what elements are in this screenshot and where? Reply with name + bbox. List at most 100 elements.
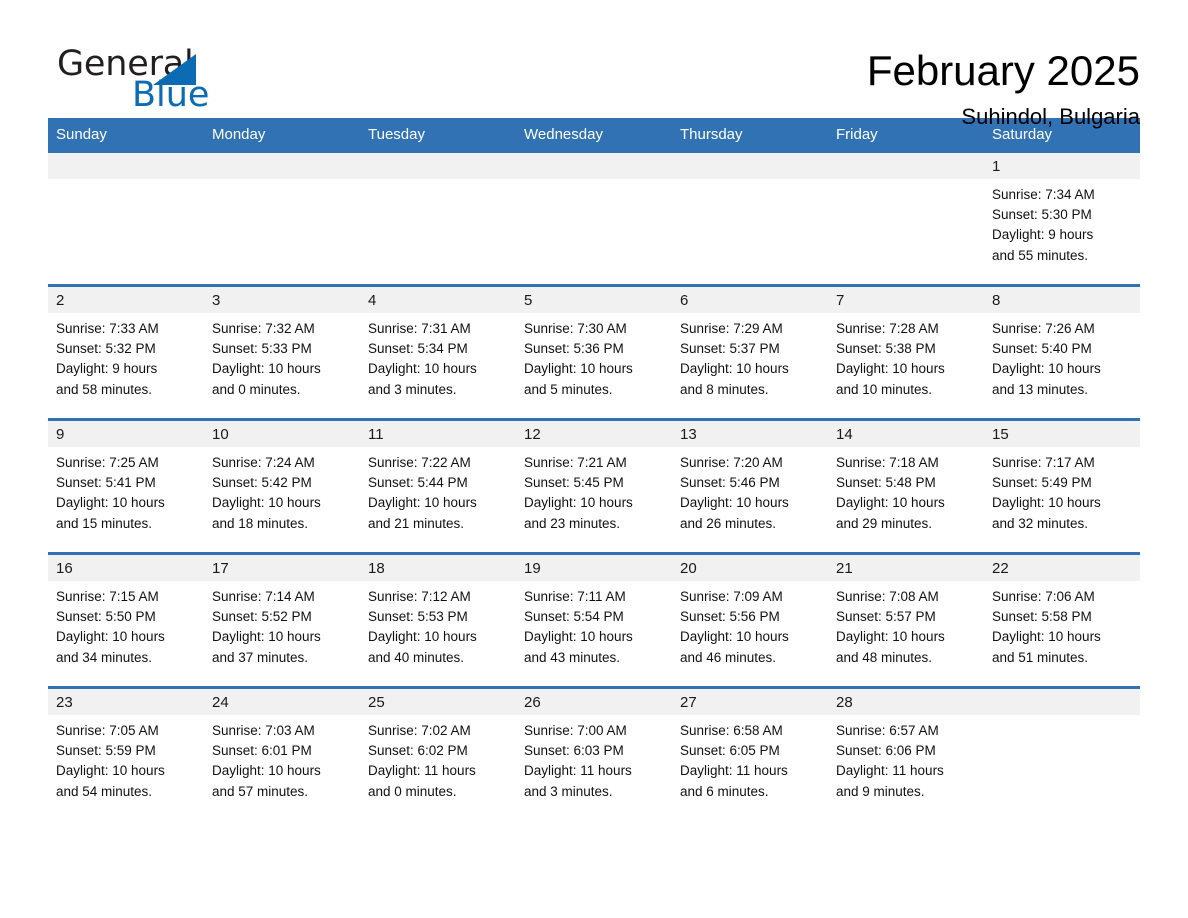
sunrise-text: Sunrise: 7:21 AM bbox=[524, 455, 627, 470]
daylight-text: Daylight: 10 hours bbox=[680, 629, 789, 645]
daylight-text: Daylight: 10 hours bbox=[524, 361, 633, 377]
day-number: 28 bbox=[828, 689, 984, 715]
sunset-text: Sunset: 5:49 PM bbox=[992, 475, 1092, 491]
sunrise-text: Sunrise: 6:57 AM bbox=[836, 723, 939, 738]
sunset-text: Sunset: 5:44 PM bbox=[368, 475, 468, 491]
general-blue-logo[interactable]: General Blue bbox=[48, 44, 308, 124]
daylight-text: Daylight: 10 hours bbox=[56, 629, 165, 645]
day-cell[interactable]: 5 Sunrise: 7:30 AM Sunset: 5:36 PM Daylight… bbox=[516, 287, 672, 418]
day-cell[interactable]: 22 Sunrise: 7:06 AM Sunset: 5:58 PM Dayligh… bbox=[984, 555, 1140, 686]
day-number: 26 bbox=[516, 689, 672, 715]
daylight-text: Daylight: 11 hours bbox=[836, 763, 944, 779]
day-details: Sunrise: 7:21 AM Sunset: 5:45 PM Daylight:… bbox=[516, 447, 672, 534]
daylight-text: and 46 minutes. bbox=[680, 649, 777, 665]
daylight-text: and 3 minutes. bbox=[524, 783, 613, 799]
day-cell[interactable]: 15 Sunrise: 7:17 AM Sunset: 5:49 PM Dayligh… bbox=[984, 421, 1140, 552]
sunrise-text: Sunrise: 7:31 AM bbox=[368, 321, 471, 336]
day-details: Sunrise: 7:26 AM Sunset: 5:40 PM Daylight:… bbox=[984, 313, 1140, 400]
daylight-text: and 26 minutes. bbox=[680, 515, 777, 531]
day-cell[interactable]: 10 Sunrise: 7:24 AM Sunset: 5:42 PM Dayligh… bbox=[204, 421, 360, 552]
day-cell-empty bbox=[828, 153, 984, 284]
daylight-text: Daylight: 10 hours bbox=[524, 629, 633, 645]
day-details: Sunrise: 7:05 AM Sunset: 5:59 PM Daylight:… bbox=[48, 715, 204, 802]
daylight-text: and 43 minutes. bbox=[524, 649, 621, 665]
day-cell[interactable]: 21 Sunrise: 7:08 AM Sunset: 5:57 PM Dayligh… bbox=[828, 555, 984, 686]
logo-text-blue: Blue bbox=[132, 75, 210, 115]
day-cell[interactable]: 12 Sunrise: 7:21 AM Sunset: 5:45 PM Dayligh… bbox=[516, 421, 672, 552]
sunset-text: Sunset: 5:36 PM bbox=[524, 341, 624, 357]
sunset-text: Sunset: 5:42 PM bbox=[212, 475, 312, 491]
day-cell-empty bbox=[672, 153, 828, 284]
day-details: Sunrise: 7:08 AM Sunset: 5:57 PM Daylight:… bbox=[828, 581, 984, 668]
day-details: Sunrise: 6:58 AM Sunset: 6:05 PM Daylight:… bbox=[672, 715, 828, 802]
day-details: Sunrise: 7:15 AM Sunset: 5:50 PM Daylight:… bbox=[48, 581, 204, 668]
day-number: 1 bbox=[984, 153, 1140, 179]
day-cell[interactable]: 16 Sunrise: 7:15 AM Sunset: 5:50 PM Dayligh… bbox=[48, 555, 204, 686]
day-cell[interactable]: 17 Sunrise: 7:14 AM Sunset: 5:52 PM Dayligh… bbox=[204, 555, 360, 686]
sunset-text: Sunset: 5:54 PM bbox=[524, 609, 624, 625]
day-details: Sunrise: 7:30 AM Sunset: 5:36 PM Daylight:… bbox=[516, 313, 672, 400]
day-cell[interactable]: 18 Sunrise: 7:12 AM Sunset: 5:53 PM Dayligh… bbox=[360, 555, 516, 686]
sunrise-text: Sunrise: 7:18 AM bbox=[836, 455, 939, 470]
day-cell[interactable]: 8 Sunrise: 7:26 AM Sunset: 5:40 PM Daylight… bbox=[984, 287, 1140, 418]
sunset-text: Sunset: 6:01 PM bbox=[212, 743, 312, 759]
sunrise-text: Sunrise: 7:12 AM bbox=[368, 589, 471, 604]
sunset-text: Sunset: 6:03 PM bbox=[524, 743, 624, 759]
sunrise-text: Sunrise: 7:24 AM bbox=[212, 455, 315, 470]
page-title: February 2025 bbox=[866, 47, 1140, 94]
day-cell[interactable]: 26 Sunrise: 7:00 AM Sunset: 6:03 PM Dayligh… bbox=[516, 689, 672, 820]
day-cell[interactable]: 7 Sunrise: 7:28 AM Sunset: 5:38 PM Daylight… bbox=[828, 287, 984, 418]
sunset-text: Sunset: 5:45 PM bbox=[524, 475, 624, 491]
day-cell[interactable]: 4 Sunrise: 7:31 AM Sunset: 5:34 PM Daylight… bbox=[360, 287, 516, 418]
weekday-header-saturday: Saturday bbox=[992, 126, 1053, 143]
day-cell[interactable]: 6 Sunrise: 7:29 AM Sunset: 5:37 PM Daylight… bbox=[672, 287, 828, 418]
day-number: 10 bbox=[204, 421, 360, 447]
day-cell[interactable]: 2 Sunrise: 7:33 AM Sunset: 5:32 PM Daylight… bbox=[48, 287, 204, 418]
daylight-text: Daylight: 10 hours bbox=[992, 495, 1101, 511]
calendar-grid: Sunday Monday Tuesday Wednesday Thursday… bbox=[48, 118, 1140, 820]
day-number: 7 bbox=[828, 287, 984, 313]
day-number: 4 bbox=[360, 287, 516, 313]
day-cell[interactable]: 13 Sunrise: 7:20 AM Sunset: 5:46 PM Dayligh… bbox=[672, 421, 828, 552]
sunrise-text: Sunrise: 7:26 AM bbox=[992, 321, 1095, 336]
daylight-text: Daylight: 10 hours bbox=[368, 361, 477, 377]
day-cell[interactable]: 23 Sunrise: 7:05 AM Sunset: 5:59 PM Dayligh… bbox=[48, 689, 204, 820]
day-cell[interactable]: 9 Sunrise: 7:25 AM Sunset: 5:41 PM Daylight… bbox=[48, 421, 204, 552]
day-cell-empty bbox=[516, 153, 672, 284]
day-cell[interactable]: 1 Sunrise: 7:34 AM Sunset: 5:30 PM Daylight… bbox=[984, 153, 1140, 284]
sunrise-text: Sunrise: 7:25 AM bbox=[56, 455, 159, 470]
daylight-text: and 5 minutes. bbox=[524, 381, 613, 397]
day-number bbox=[672, 153, 828, 179]
day-number: 22 bbox=[984, 555, 1140, 581]
sunset-text: Sunset: 5:58 PM bbox=[992, 609, 1092, 625]
sunset-text: Sunset: 6:02 PM bbox=[368, 743, 468, 759]
day-cell[interactable]: 24 Sunrise: 7:03 AM Sunset: 6:01 PM Dayligh… bbox=[204, 689, 360, 820]
day-cell[interactable]: 11 Sunrise: 7:22 AM Sunset: 5:44 PM Dayligh… bbox=[360, 421, 516, 552]
day-cell[interactable]: 25 Sunrise: 7:02 AM Sunset: 6:02 PM Dayligh… bbox=[360, 689, 516, 820]
day-cell[interactable]: 28 Sunrise: 6:57 AM Sunset: 6:06 PM Dayligh… bbox=[828, 689, 984, 820]
sunset-text: Sunset: 5:34 PM bbox=[368, 341, 468, 357]
daylight-text: and 8 minutes. bbox=[680, 381, 769, 397]
daylight-text: Daylight: 11 hours bbox=[524, 763, 632, 779]
daylight-text: Daylight: 10 hours bbox=[836, 495, 945, 511]
weekday-header-wednesday: Wednesday bbox=[524, 126, 603, 143]
calendar-week-row: 16 Sunrise: 7:15 AM Sunset: 5:50 PM Dayligh… bbox=[48, 552, 1140, 686]
day-details: Sunrise: 7:25 AM Sunset: 5:41 PM Daylight:… bbox=[48, 447, 204, 534]
sunset-text: Sunset: 5:46 PM bbox=[680, 475, 780, 491]
day-cell-empty bbox=[204, 153, 360, 284]
daylight-text: and 51 minutes. bbox=[992, 649, 1089, 665]
day-cell[interactable]: 14 Sunrise: 7:18 AM Sunset: 5:48 PM Dayligh… bbox=[828, 421, 984, 552]
day-number: 20 bbox=[672, 555, 828, 581]
daylight-text: and 21 minutes. bbox=[368, 515, 465, 531]
sunrise-text: Sunrise: 7:34 AM bbox=[992, 187, 1095, 202]
daylight-text: and 34 minutes. bbox=[56, 649, 153, 665]
day-details: Sunrise: 7:33 AM Sunset: 5:32 PM Daylight:… bbox=[48, 313, 204, 400]
day-cell[interactable]: 19 Sunrise: 7:11 AM Sunset: 5:54 PM Dayligh… bbox=[516, 555, 672, 686]
day-details: Sunrise: 7:12 AM Sunset: 5:53 PM Daylight:… bbox=[360, 581, 516, 668]
sunset-text: Sunset: 5:52 PM bbox=[212, 609, 312, 625]
day-cell[interactable]: 3 Sunrise: 7:32 AM Sunset: 5:33 PM Daylight… bbox=[204, 287, 360, 418]
day-number: 27 bbox=[672, 689, 828, 715]
day-cell[interactable]: 27 Sunrise: 6:58 AM Sunset: 6:05 PM Dayligh… bbox=[672, 689, 828, 820]
calendar-week-row: 23 Sunrise: 7:05 AM Sunset: 5:59 PM Dayligh… bbox=[48, 686, 1140, 820]
day-cell[interactable]: 20 Sunrise: 7:09 AM Sunset: 5:56 PM Dayligh… bbox=[672, 555, 828, 686]
